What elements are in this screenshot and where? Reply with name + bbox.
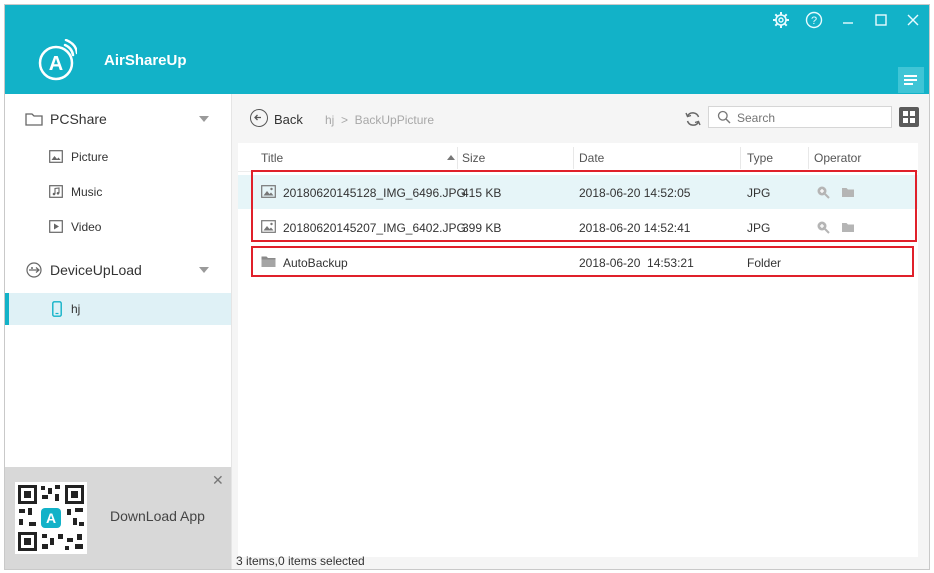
file-date: 2018-06-20 14:52:05 xyxy=(579,186,691,200)
file-title: 20180620145128_IMG_6496.JPG xyxy=(283,186,466,200)
sidebar-item-label: Music xyxy=(71,185,103,199)
video-icon xyxy=(49,220,63,233)
app-logo-icon: A xyxy=(38,39,77,81)
music-icon xyxy=(49,185,63,198)
sidebar-group-pcshare[interactable]: PCShare xyxy=(5,104,231,134)
sidebar-item-label: Video xyxy=(71,220,102,234)
file-size: 415 KB xyxy=(462,186,502,200)
app-title: AirShareUp xyxy=(104,52,187,69)
folder-icon[interactable] xyxy=(841,220,855,234)
menu-button[interactable] xyxy=(898,67,924,93)
svg-text:?: ? xyxy=(811,15,817,27)
app-window: A AirShareUp ? PCShare Picture Music Vid… xyxy=(4,4,930,570)
column-header-date[interactable]: Date xyxy=(579,151,604,165)
sidebar-item-music[interactable]: Music xyxy=(5,176,231,208)
phone-icon xyxy=(52,301,62,317)
grid-view-button[interactable] xyxy=(899,107,919,127)
sidebar-item-label: hj xyxy=(71,302,81,316)
image-file-icon xyxy=(261,185,276,198)
chevron-down-icon[interactable] xyxy=(199,116,209,122)
breadcrumb[interactable]: hj > BackUpPicture xyxy=(325,113,434,127)
back-arrow-icon xyxy=(250,109,268,127)
column-header-operator: Operator xyxy=(814,151,862,165)
sidebar-group-label: PCShare xyxy=(50,111,107,127)
refresh-icon[interactable] xyxy=(684,110,702,128)
sidebar: PCShare Picture Music Video DeviceUpLoad… xyxy=(5,94,232,569)
file-size: 399 KB xyxy=(462,221,502,235)
sort-ascending-icon[interactable] xyxy=(447,155,455,160)
gear-icon[interactable] xyxy=(772,11,790,29)
folder-icon xyxy=(25,113,43,126)
close-icon[interactable] xyxy=(904,11,922,29)
search-box xyxy=(708,106,892,128)
sidebar-item-picture[interactable]: Picture xyxy=(5,141,231,173)
folder-icon xyxy=(261,256,276,267)
sidebar-item-hj[interactable]: hj xyxy=(5,293,231,325)
column-header-type[interactable]: Type xyxy=(747,151,773,165)
usb-icon xyxy=(26,262,42,278)
table-row[interactable]: AutoBackup 2018-06-20 14:53:21 Folder xyxy=(238,245,918,279)
zoom-icon[interactable] xyxy=(816,220,830,234)
maximize-icon[interactable] xyxy=(872,11,890,29)
table-row[interactable]: 20180620145207_IMG_6402.JPG 399 KB 2018-… xyxy=(238,210,918,244)
sidebar-item-video[interactable]: Video xyxy=(5,211,231,243)
download-app-label[interactable]: DownLoad App xyxy=(110,508,205,524)
search-icon xyxy=(717,110,731,124)
search-input[interactable] xyxy=(735,109,889,127)
image-file-icon xyxy=(261,220,276,233)
file-type: Folder xyxy=(747,256,782,270)
download-app-promo: A DownLoad App ✕ xyxy=(5,467,231,569)
toolbar: Back hj > BackUpPicture xyxy=(232,94,929,140)
active-indicator xyxy=(5,293,9,325)
chevron-down-icon[interactable] xyxy=(199,267,209,273)
close-icon[interactable]: ✕ xyxy=(212,472,224,489)
minimize-icon[interactable] xyxy=(839,11,857,29)
main-panel: Back hj > BackUpPicture Title xyxy=(232,94,929,569)
sidebar-item-label: Picture xyxy=(71,150,109,164)
table-row[interactable]: 20180620145128_IMG_6496.JPG 415 KB 2018-… xyxy=(238,175,918,209)
title-bar[interactable]: A AirShareUp ? xyxy=(5,5,929,94)
file-date: 2018-06-20 14:53:21 xyxy=(579,256,694,270)
folder-icon[interactable] xyxy=(841,185,855,199)
picture-icon xyxy=(49,150,63,163)
svg-text:A: A xyxy=(46,510,56,526)
sidebar-group-label: DeviceUpLoad xyxy=(50,262,142,278)
column-header-title[interactable]: Title xyxy=(261,151,283,165)
sidebar-group-deviceupload[interactable]: DeviceUpLoad xyxy=(5,255,231,285)
help-icon[interactable]: ? xyxy=(805,11,823,29)
file-type: JPG xyxy=(747,186,771,200)
column-header-size[interactable]: Size xyxy=(462,151,485,165)
file-title: AutoBackup xyxy=(283,256,348,270)
status-bar-text: 3 items,0 items selected xyxy=(236,554,365,568)
back-label: Back xyxy=(274,112,303,127)
file-title: 20180620145207_IMG_6402.JPG xyxy=(283,221,466,235)
file-type: JPG xyxy=(747,221,771,235)
file-table: Title Size Date Type Operator 2018062014… xyxy=(238,143,918,557)
file-date: 2018-06-20 14:52:41 xyxy=(579,221,691,235)
qr-code-icon: A xyxy=(15,482,87,554)
svg-text:A: A xyxy=(49,53,63,75)
zoom-icon[interactable] xyxy=(816,185,830,199)
table-header: Title Size Date Type Operator xyxy=(238,143,918,172)
